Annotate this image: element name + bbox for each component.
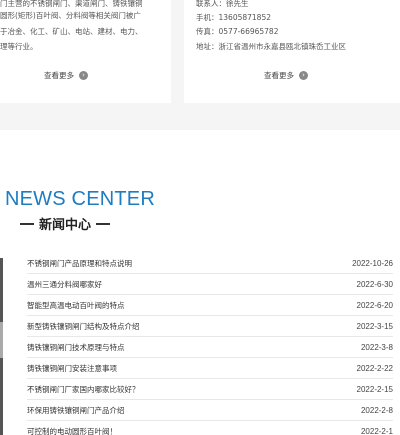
arrow-right-icon: › bbox=[79, 70, 88, 80]
view-more-link[interactable]: 查看更多 › bbox=[264, 69, 308, 81]
about-card: 门主营的不锈钢闸门、渠道闸门、铸铁镶铜 圆形(矩形)百叶阀、分料阀等相关阀门被广… bbox=[0, 0, 171, 103]
news-heading-en: NEWS CENTER bbox=[5, 188, 155, 210]
news-date: 2022-3-15 bbox=[356, 321, 393, 331]
news-title[interactable]: 温州三通分料阀哪家好 bbox=[27, 279, 102, 290]
news-title[interactable]: 铸铁镶铜闸门安装注意事项 bbox=[27, 363, 117, 374]
news-item[interactable]: 不锈钢闸门产品原理和特点说明 2022-10-26 bbox=[27, 253, 393, 274]
news-item[interactable]: 铸铁镶铜闸门技术原理与特点 2022-3-8 bbox=[27, 337, 393, 358]
news-item[interactable]: 可控制的电动圆形百叶阀！ 2022-2-1 bbox=[27, 421, 393, 435]
news-item[interactable]: 温州三通分料阀哪家好 2022-6-30 bbox=[27, 274, 393, 295]
news-heading-cn-wrap: 新闻中心 bbox=[20, 214, 111, 233]
news-item[interactable]: 不锈钢闸门厂家国内哪家比较好？ 2022-2-15 bbox=[27, 379, 393, 400]
arrow-right-icon: › bbox=[299, 70, 308, 80]
about-text-line: 于冶金、化工、矿山、电站、建材、电力、 bbox=[0, 27, 143, 36]
view-more-label: 查看更多 bbox=[264, 70, 294, 80]
news-date: 2022-2-1 bbox=[360, 426, 393, 435]
about-text-line: 理等行业。 bbox=[0, 42, 38, 51]
news-title[interactable]: 环保用铸铁镶铜闸门产品介绍 bbox=[27, 405, 125, 416]
view-more-label: 查看更多 bbox=[44, 70, 74, 80]
contact-address: 地址：浙江省温州市永嘉县瓯北镇珠岙工业区 bbox=[196, 42, 346, 51]
side-image-edge bbox=[0, 322, 3, 358]
news-date: 2022-2-8 bbox=[360, 405, 393, 415]
heading-dash bbox=[20, 222, 34, 225]
heading-dash bbox=[96, 222, 111, 225]
about-text-line: 圆形(矩形)百叶阀、分料阀等相关阀门被广 bbox=[0, 11, 141, 20]
contact-fax: 传真：0577-66965782 bbox=[196, 27, 279, 36]
news-title[interactable]: 铸铁镶铜闸门技术原理与特点 bbox=[27, 342, 125, 353]
news-date: 2022-3-8 bbox=[360, 342, 393, 352]
news-title[interactable]: 不锈钢闸门产品原理和特点说明 bbox=[27, 258, 132, 269]
contact-person: 联系人：徐先生 bbox=[196, 0, 249, 8]
news-list: 不锈钢闸门产品原理和特点说明 2022-10-26 温州三通分料阀哪家好 202… bbox=[27, 253, 393, 435]
news-date: 2022-6-20 bbox=[356, 300, 393, 310]
contact-section: 门主营的不锈钢闸门、渠道闸门、铸铁镶铜 圆形(矩形)百叶阀、分料阀等相关阀门被广… bbox=[0, 0, 400, 130]
news-item[interactable]: 新型铸铁镶铜闸门结构及特点介绍 2022-3-15 bbox=[27, 316, 393, 337]
news-item[interactable]: 环保用铸铁镶铜闸门产品介绍 2022-2-8 bbox=[27, 400, 393, 421]
page: 门主营的不锈钢闸门、渠道闸门、铸铁镶铜 圆形(矩形)百叶阀、分料阀等相关阀门被广… bbox=[0, 0, 400, 435]
news-item[interactable]: 智能型高温电动百叶阀的特点 2022-6-20 bbox=[27, 295, 393, 316]
news-title[interactable]: 可控制的电动圆形百叶阀！ bbox=[27, 426, 117, 435]
news-date: 2022-6-30 bbox=[356, 279, 393, 289]
news-date: 2022-10-26 bbox=[352, 258, 393, 268]
news-item[interactable]: 铸铁镶铜闸门安装注意事项 2022-2-22 bbox=[27, 358, 393, 379]
contact-card: 联系人：徐先生 手机：13605871852 传真：0577-66965782 … bbox=[184, 0, 400, 103]
contact-mobile: 手机：13605871852 bbox=[196, 13, 271, 22]
view-more-link[interactable]: 查看更多 › bbox=[44, 69, 88, 81]
news-title[interactable]: 智能型高温电动百叶阀的特点 bbox=[27, 300, 125, 311]
news-date: 2022-2-15 bbox=[356, 384, 393, 394]
news-title[interactable]: 新型铸铁镶铜闸门结构及特点介绍 bbox=[27, 321, 140, 332]
about-text-line: 门主营的不锈钢闸门、渠道闸门、铸铁镶铜 bbox=[0, 0, 143, 8]
news-heading-cn: 新闻中心 bbox=[39, 218, 92, 233]
news-date: 2022-2-22 bbox=[356, 363, 393, 373]
news-title[interactable]: 不锈钢闸门厂家国内哪家比较好？ bbox=[27, 384, 140, 395]
